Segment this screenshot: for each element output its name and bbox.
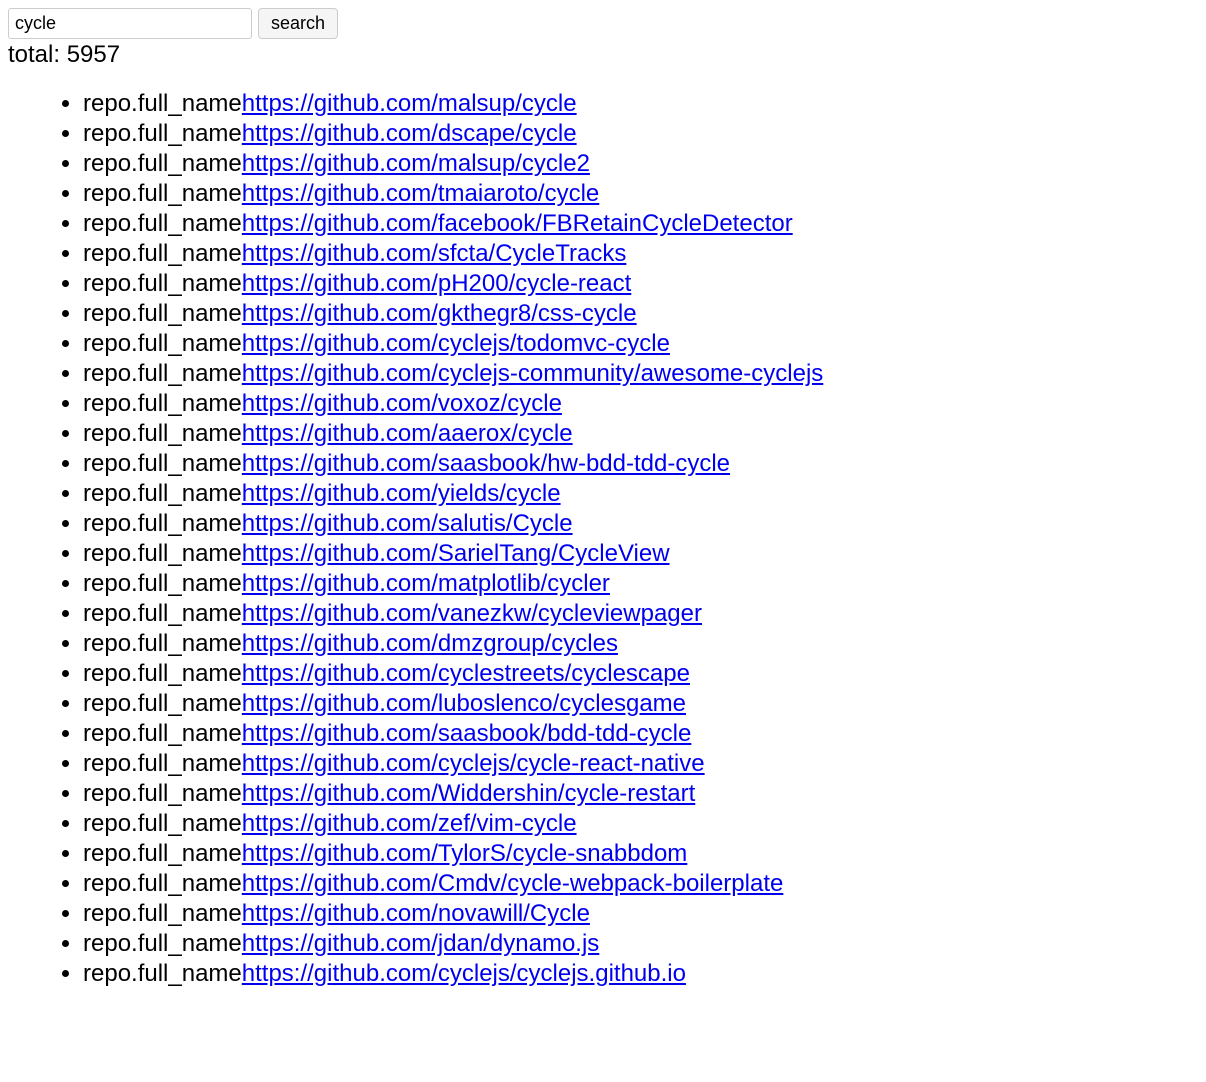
result-link[interactable]: https://github.com/salutis/Cycle bbox=[242, 510, 573, 537]
list-item: repo.full_namehttps://github.com/pH200/c… bbox=[83, 269, 1198, 299]
result-label: repo.full_name bbox=[83, 390, 242, 417]
list-item: repo.full_namehttps://github.com/lubosle… bbox=[83, 689, 1198, 719]
result-link[interactable]: https://github.com/luboslenco/cyclesgame bbox=[242, 690, 686, 717]
result-label: repo.full_name bbox=[83, 960, 242, 987]
result-link[interactable]: https://github.com/malsup/cycle bbox=[242, 90, 577, 117]
result-link[interactable]: https://github.com/sfcta/CycleTracks bbox=[242, 240, 627, 267]
results-list: repo.full_namehttps://github.com/malsup/… bbox=[8, 89, 1198, 989]
result-link[interactable]: https://github.com/saasbook/hw-bdd-tdd-c… bbox=[242, 450, 730, 477]
result-label: repo.full_name bbox=[83, 360, 242, 387]
result-link[interactable]: https://github.com/cyclejs-community/awe… bbox=[242, 360, 824, 387]
list-item: repo.full_namehttps://github.com/TylorS/… bbox=[83, 839, 1198, 869]
result-link[interactable]: https://github.com/SarielTang/CycleView bbox=[242, 540, 670, 567]
result-link[interactable]: https://github.com/vanezkw/cycleviewpage… bbox=[242, 600, 702, 627]
result-label: repo.full_name bbox=[83, 450, 242, 477]
list-item: repo.full_namehttps://github.com/cyclejs… bbox=[83, 329, 1198, 359]
list-item: repo.full_namehttps://github.com/malsup/… bbox=[83, 89, 1198, 119]
result-link[interactable]: https://github.com/zef/vim-cycle bbox=[242, 810, 577, 837]
list-item: repo.full_namehttps://github.com/cyclejs… bbox=[83, 959, 1198, 989]
result-link[interactable]: https://github.com/jdan/dynamo.js bbox=[242, 930, 600, 957]
result-link[interactable]: https://github.com/gkthegr8/css-cycle bbox=[242, 300, 637, 327]
list-item: repo.full_namehttps://github.com/saasboo… bbox=[83, 449, 1198, 479]
result-label: repo.full_name bbox=[83, 900, 242, 927]
result-link[interactable]: https://github.com/facebook/FBRetainCycl… bbox=[242, 210, 793, 237]
result-label: repo.full_name bbox=[83, 330, 242, 357]
total-count: total: 5957 bbox=[8, 41, 1198, 69]
list-item: repo.full_namehttps://github.com/cyclest… bbox=[83, 659, 1198, 689]
result-label: repo.full_name bbox=[83, 480, 242, 507]
result-link[interactable]: https://github.com/pH200/cycle-react bbox=[242, 270, 632, 297]
result-label: repo.full_name bbox=[83, 600, 242, 627]
result-link[interactable]: https://github.com/novawill/Cycle bbox=[242, 900, 590, 927]
list-item: repo.full_namehttps://github.com/jdan/dy… bbox=[83, 929, 1198, 959]
list-item: repo.full_namehttps://github.com/saasboo… bbox=[83, 719, 1198, 749]
result-link[interactable]: https://github.com/dmzgroup/cycles bbox=[242, 630, 618, 657]
result-link[interactable]: https://github.com/voxoz/cycle bbox=[242, 390, 562, 417]
result-label: repo.full_name bbox=[83, 270, 242, 297]
list-item: repo.full_namehttps://github.com/cyclejs… bbox=[83, 749, 1198, 779]
result-label: repo.full_name bbox=[83, 570, 242, 597]
list-item: repo.full_namehttps://github.com/gkthegr… bbox=[83, 299, 1198, 329]
total-value: 5957 bbox=[67, 41, 120, 68]
list-item: repo.full_namehttps://github.com/voxoz/c… bbox=[83, 389, 1198, 419]
result-link[interactable]: https://github.com/cyclestreets/cyclesca… bbox=[242, 660, 690, 687]
result-link[interactable]: https://github.com/Widdershin/cycle-rest… bbox=[242, 780, 696, 807]
result-link[interactable]: https://github.com/malsup/cycle2 bbox=[242, 150, 590, 177]
list-item: repo.full_namehttps://github.com/Widders… bbox=[83, 779, 1198, 809]
result-label: repo.full_name bbox=[83, 750, 242, 777]
search-input[interactable] bbox=[8, 8, 252, 39]
result-link[interactable]: https://github.com/matplotlib/cycler bbox=[242, 570, 610, 597]
result-link[interactable]: https://github.com/cyclejs/cyclejs.githu… bbox=[242, 960, 686, 987]
list-item: repo.full_namehttps://github.com/sfcta/C… bbox=[83, 239, 1198, 269]
result-link[interactable]: https://github.com/cyclejs/cycle-react-n… bbox=[242, 750, 705, 777]
list-item: repo.full_namehttps://github.com/malsup/… bbox=[83, 149, 1198, 179]
list-item: repo.full_namehttps://github.com/tmaiaro… bbox=[83, 179, 1198, 209]
result-link[interactable]: https://github.com/tmaiaroto/cycle bbox=[242, 180, 600, 207]
result-label: repo.full_name bbox=[83, 810, 242, 837]
list-item: repo.full_namehttps://github.com/Cmdv/cy… bbox=[83, 869, 1198, 899]
result-link[interactable]: https://github.com/yields/cycle bbox=[242, 480, 561, 507]
result-label: repo.full_name bbox=[83, 300, 242, 327]
result-link[interactable]: https://github.com/Cmdv/cycle-webpack-bo… bbox=[242, 870, 784, 897]
result-link[interactable]: https://github.com/saasbook/bdd-tdd-cycl… bbox=[242, 720, 692, 747]
result-label: repo.full_name bbox=[83, 870, 242, 897]
result-label: repo.full_name bbox=[83, 720, 242, 747]
total-prefix: total: bbox=[8, 41, 67, 68]
result-label: repo.full_name bbox=[83, 630, 242, 657]
result-label: repo.full_name bbox=[83, 540, 242, 567]
result-label: repo.full_name bbox=[83, 240, 242, 267]
result-link[interactable]: https://github.com/cyclejs/todomvc-cycle bbox=[242, 330, 670, 357]
result-label: repo.full_name bbox=[83, 90, 242, 117]
result-label: repo.full_name bbox=[83, 120, 242, 147]
list-item: repo.full_namehttps://github.com/aaerox/… bbox=[83, 419, 1198, 449]
result-label: repo.full_name bbox=[83, 840, 242, 867]
list-item: repo.full_namehttps://github.com/salutis… bbox=[83, 509, 1198, 539]
result-label: repo.full_name bbox=[83, 660, 242, 687]
result-link[interactable]: https://github.com/TylorS/cycle-snabbdom bbox=[242, 840, 688, 867]
result-label: repo.full_name bbox=[83, 420, 242, 447]
list-item: repo.full_namehttps://github.com/novawil… bbox=[83, 899, 1198, 929]
search-bar: search bbox=[8, 8, 1198, 39]
list-item: repo.full_namehttps://github.com/dmzgrou… bbox=[83, 629, 1198, 659]
search-button[interactable]: search bbox=[258, 8, 338, 39]
result-label: repo.full_name bbox=[83, 210, 242, 237]
result-link[interactable]: https://github.com/dscape/cycle bbox=[242, 120, 577, 147]
list-item: repo.full_namehttps://github.com/SarielT… bbox=[83, 539, 1198, 569]
result-label: repo.full_name bbox=[83, 780, 242, 807]
list-item: repo.full_namehttps://github.com/cyclejs… bbox=[83, 359, 1198, 389]
result-label: repo.full_name bbox=[83, 180, 242, 207]
list-item: repo.full_namehttps://github.com/dscape/… bbox=[83, 119, 1198, 149]
result-label: repo.full_name bbox=[83, 930, 242, 957]
list-item: repo.full_namehttps://github.com/vanezkw… bbox=[83, 599, 1198, 629]
list-item: repo.full_namehttps://github.com/faceboo… bbox=[83, 209, 1198, 239]
result-label: repo.full_name bbox=[83, 690, 242, 717]
result-link[interactable]: https://github.com/aaerox/cycle bbox=[242, 420, 573, 447]
result-label: repo.full_name bbox=[83, 510, 242, 537]
list-item: repo.full_namehttps://github.com/zef/vim… bbox=[83, 809, 1198, 839]
list-item: repo.full_namehttps://github.com/matplot… bbox=[83, 569, 1198, 599]
result-label: repo.full_name bbox=[83, 150, 242, 177]
list-item: repo.full_namehttps://github.com/yields/… bbox=[83, 479, 1198, 509]
